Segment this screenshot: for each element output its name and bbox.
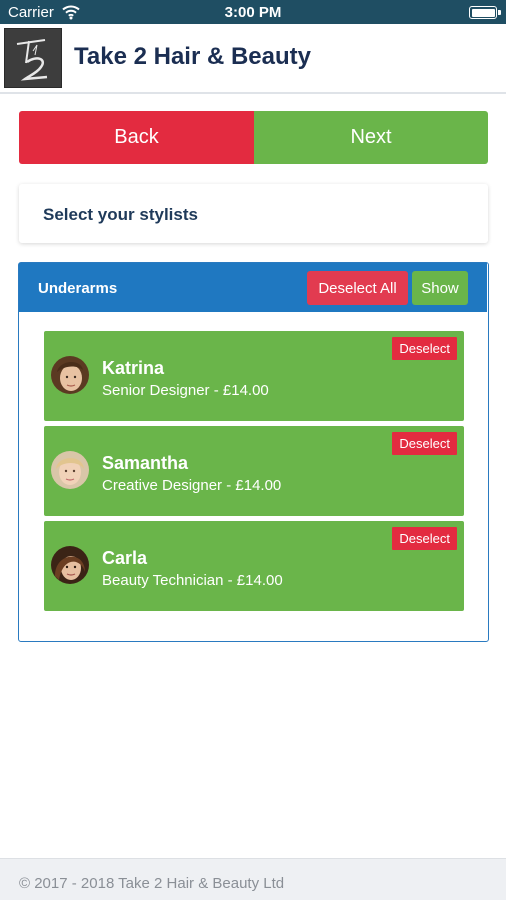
app-header: Take 2 Hair & Beauty	[0, 24, 506, 94]
stylist-role-price: Creative Designer - £14.00	[102, 477, 282, 494]
footer: © 2017 - 2018 Take 2 Hair & Beauty Ltd	[0, 858, 506, 900]
stylist-card-carla[interactable]: Carla Beauty Technician - £14.00 Deselec…	[44, 521, 464, 611]
stylist-role-price: Beauty Technician - £14.00	[102, 572, 283, 589]
clock: 3:00 PM	[224, 4, 282, 21]
deselect-button[interactable]: Deselect	[392, 527, 457, 550]
avatar	[51, 356, 89, 394]
service-panel: Underarms Deselect All Show Katrina Seni…	[18, 262, 489, 642]
show-button[interactable]: Show	[412, 271, 468, 305]
navigation-buttons: Back Next	[19, 111, 488, 164]
copyright-text: © 2017 - 2018 Take 2 Hair & Beauty Ltd	[19, 875, 285, 892]
instruction-card: Select your stylists	[19, 184, 488, 243]
page-heading: Select your stylists	[43, 205, 198, 224]
stylist-role-price: Senior Designer - £14.00	[102, 382, 269, 399]
panel-header: Underarms Deselect All Show	[19, 263, 487, 312]
stylist-name: Samantha	[102, 453, 189, 473]
stylist-list: Katrina Senior Designer - £14.00 Deselec…	[44, 331, 464, 616]
logo	[4, 28, 62, 88]
stylist-card-samantha[interactable]: Samantha Creative Designer - £14.00 Dese…	[44, 426, 464, 516]
stylist-name: Katrina	[102, 358, 165, 378]
back-button[interactable]: Back	[19, 111, 254, 164]
avatar	[51, 546, 89, 584]
deselect-all-button[interactable]: Deselect All	[307, 271, 408, 305]
deselect-button[interactable]: Deselect	[392, 337, 457, 360]
stylist-card-katrina[interactable]: Katrina Senior Designer - £14.00 Deselec…	[44, 331, 464, 421]
status-bar: Carrier 3:00 PM	[0, 0, 506, 24]
deselect-button[interactable]: Deselect	[392, 432, 457, 455]
avatar	[51, 451, 89, 489]
next-button[interactable]: Next	[254, 111, 488, 164]
app-title: Take 2 Hair & Beauty	[74, 43, 311, 70]
stylist-name: Carla	[102, 548, 148, 568]
service-name: Underarms	[38, 280, 118, 297]
battery-icon	[469, 6, 501, 19]
